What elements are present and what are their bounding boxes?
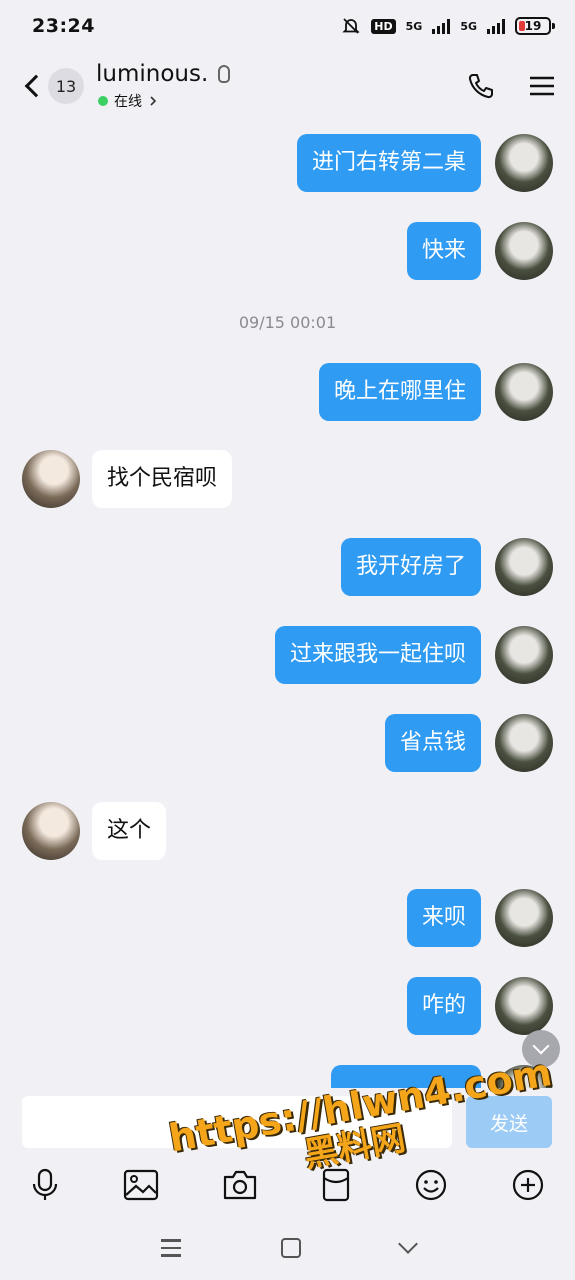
- my-avatar[interactable]: [495, 363, 553, 421]
- message-bubble[interactable]: 省点钱: [384, 714, 481, 772]
- phone-icon: [468, 74, 493, 99]
- battery-icon: 19: [515, 17, 555, 35]
- plus-icon: [512, 1169, 544, 1201]
- red-packet-icon: [322, 1168, 350, 1202]
- voice-button[interactable]: [30, 1168, 60, 1202]
- message-row: 进门右转第二桌: [0, 134, 575, 192]
- status-icons: HD 5G 5G 19: [341, 16, 555, 36]
- contact-name-row: luminous.: [96, 61, 231, 87]
- mute-bell-icon: [342, 18, 360, 34]
- back-button[interactable]: 13: [20, 68, 84, 104]
- chat-header: 13 luminous. 在线: [0, 52, 575, 120]
- emoji-button[interactable]: [414, 1168, 448, 1202]
- contact-name: luminous.: [96, 61, 209, 87]
- ear-icon: [218, 65, 231, 83]
- chevron-right-icon: [150, 96, 157, 106]
- my-avatar[interactable]: [495, 714, 553, 772]
- emoji-icon: [415, 1169, 447, 1201]
- message-timestamp: 09/15 00:01: [238, 313, 337, 332]
- message-bubble[interactable]: 过来跟我一起住呗: [274, 626, 481, 684]
- my-avatar[interactable]: [495, 538, 553, 596]
- message-row: 我开好房了: [0, 538, 575, 596]
- online-status: 在线: [98, 91, 230, 111]
- hamburger-menu-icon: [530, 76, 554, 96]
- phone-call-button[interactable]: [467, 72, 495, 100]
- online-dot-icon: [98, 96, 108, 106]
- message-row: 咋的: [0, 977, 575, 1035]
- more-button[interactable]: [511, 1168, 545, 1202]
- message-bubble[interactable]: 进门右转第二桌: [296, 134, 481, 192]
- network-5g-2: 5G: [460, 19, 477, 33]
- status-bar: 23:24 HD 5G 5G 19: [0, 0, 575, 52]
- home-button[interactable]: [280, 1238, 301, 1258]
- message-list[interactable]: 进门右转第二桌 快来 09/15 00:01 晚上在哪里住 找个民宿呗 我开好房…: [0, 120, 575, 1088]
- recents-button[interactable]: [160, 1239, 181, 1257]
- battery-level: 19: [524, 19, 542, 33]
- microphone-icon: [32, 1168, 58, 1200]
- signal-2-icon: [487, 18, 505, 34]
- signal-1-icon: [432, 18, 451, 34]
- network-5g-1: 5G: [405, 19, 423, 33]
- system-nav-bar: [0, 1220, 575, 1276]
- message-bubble[interactable]: 来呗: [406, 889, 481, 947]
- message-bubble[interactable]: 咋的: [406, 977, 481, 1035]
- status-time: 23:24: [32, 15, 95, 37]
- red-packet-button[interactable]: [321, 1168, 351, 1202]
- hd-badge: HD: [371, 18, 396, 34]
- message-row: 快来: [0, 222, 575, 280]
- online-status-label: 在线: [114, 94, 142, 110]
- message-bubble[interactable]: 我开好房了: [340, 538, 481, 596]
- message-bubble[interactable]: 快来: [406, 222, 481, 280]
- header-actions: [467, 72, 555, 100]
- image-button[interactable]: [123, 1169, 159, 1201]
- my-avatar[interactable]: [495, 977, 553, 1035]
- chevron-left-icon: [24, 74, 48, 98]
- message-row: 晚上在哪里住: [0, 363, 575, 421]
- more-menu-button[interactable]: [529, 75, 555, 97]
- contact-avatar[interactable]: [22, 450, 80, 508]
- message-bubble[interactable]: 找个民宿呗: [92, 450, 233, 508]
- message-row: 省点钱: [0, 714, 575, 772]
- unread-count-badge: 13: [48, 68, 84, 104]
- my-avatar[interactable]: [495, 134, 553, 192]
- contact-title[interactable]: luminous. 在线: [96, 61, 231, 111]
- message-bubble[interactable]: 这个: [92, 802, 167, 860]
- back-nav-button[interactable]: [397, 1234, 418, 1254]
- my-avatar[interactable]: [495, 889, 553, 947]
- message-row: 来呗: [0, 889, 575, 947]
- message-row: 过来跟我一起住呗: [0, 626, 575, 684]
- message-row: 这个: [0, 802, 575, 860]
- my-avatar[interactable]: [495, 222, 553, 280]
- message-bubble[interactable]: 晚上在哪里住: [318, 363, 481, 421]
- message-row: 找个民宿呗: [0, 450, 575, 508]
- image-icon: [123, 1169, 159, 1201]
- my-avatar[interactable]: [495, 626, 553, 684]
- contact-avatar[interactable]: [22, 802, 80, 860]
